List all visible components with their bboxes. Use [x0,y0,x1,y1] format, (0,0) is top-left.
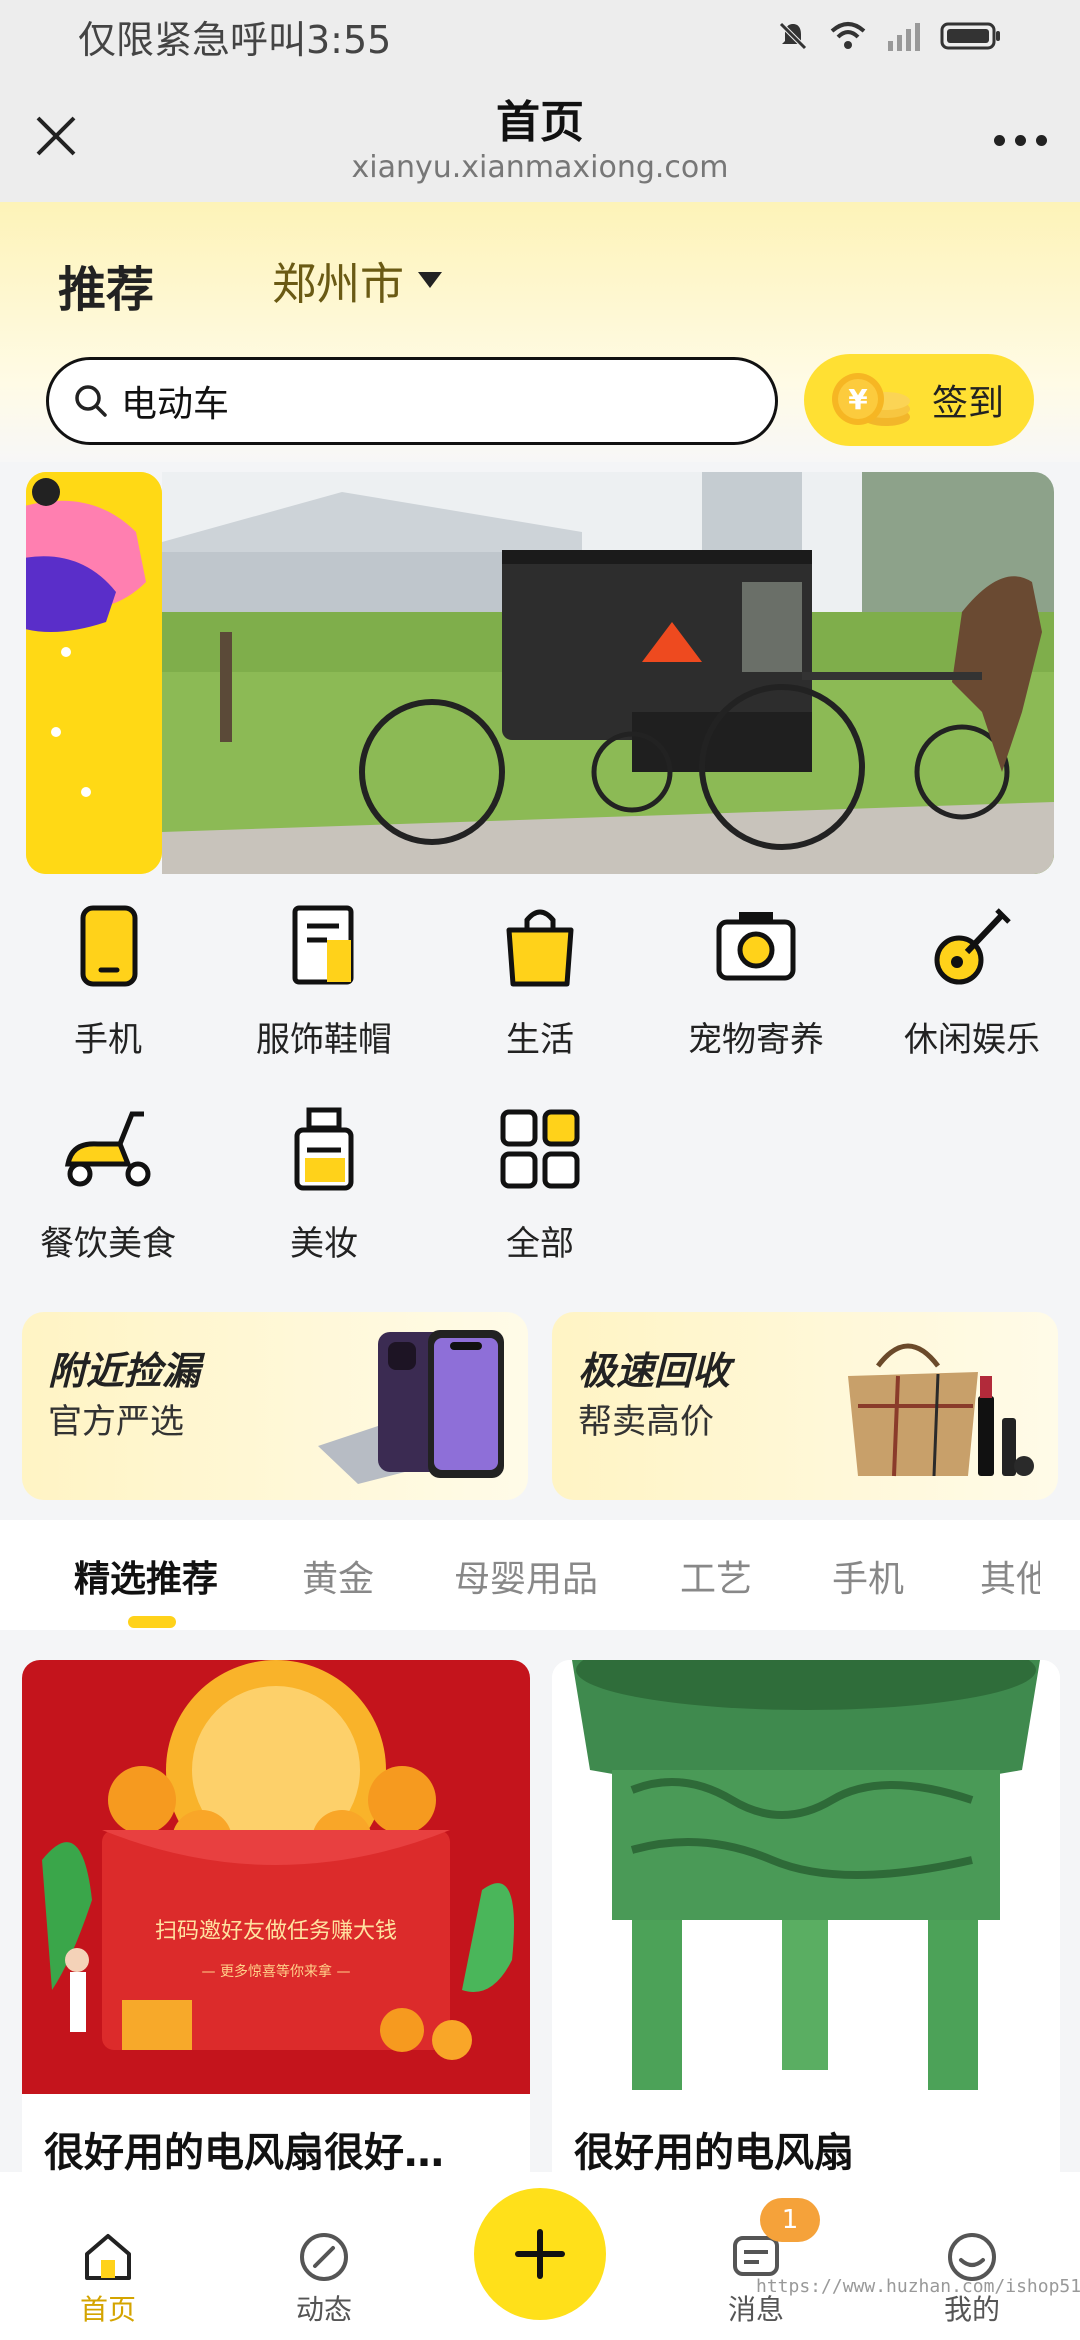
perfume-icon [294,1107,354,1191]
category-label: 手机 [74,1020,142,1060]
tab-phone[interactable]: 手机 [832,1550,904,1602]
search-input[interactable]: 电动车 [46,357,778,445]
category-label: 服饰鞋帽 [256,1020,392,1060]
carriage-photo [162,472,1054,874]
city-label: 郑州市 [272,259,404,310]
more-options-icon[interactable] [988,128,1052,152]
recommend-label: 推荐 [58,262,155,318]
wifi-icon [830,22,866,49]
tab-gold[interactable]: 黄金 [302,1550,374,1602]
status-bar: 仅限紧急呼叫3:55 [0,0,1080,72]
nav-feed[interactable]: 动态 [264,2230,384,2328]
nav-label: 首页 [79,2293,136,2326]
bottom-navigation: 首页 动态 消息 1 我的 [0,2172,1080,2340]
tab-featured[interactable]: 精选推荐 [74,1550,218,1602]
envelope-subtext: — 更多惊喜等你来拿 — [202,1963,351,1980]
category-label: 宠物寄养 [688,1020,824,1060]
phone-laptop-image [318,1330,504,1484]
signin-label: 签到 [932,383,1005,424]
tab-baby[interactable]: 母婴用品 [454,1550,598,1602]
category-life[interactable]: 生活 [432,900,648,1061]
page-title: 首页 [496,97,584,148]
scooter-icon [65,1111,151,1187]
signal-icon [888,23,920,51]
banner-carousel[interactable] [26,472,1054,874]
grid-icon [500,1109,580,1189]
camera-icon [716,912,796,981]
nav-label: 动态 [295,2293,352,2326]
caret-down-icon [418,272,442,288]
category-all[interactable]: 全部 [432,1104,648,1265]
home-header: 推荐 郑州市 电动车 ¥ 签到 [0,202,1080,462]
shopping-bag-icon [506,909,574,987]
category-label: 生活 [506,1020,574,1060]
category-tabs: 精选推荐 黄金 母婴用品 工艺 手机 其他 [0,1520,1080,1630]
tab-craft[interactable]: 工艺 [680,1550,752,1602]
clothing-icon [292,905,354,985]
compass-icon [300,2233,348,2281]
category-label: 美妆 [290,1224,358,1264]
publish-button[interactable] [474,2188,606,2320]
product-card[interactable]: 扫码邀好友做任务赚大钱 — 更多惊喜等你来拿 — 很好用的电风扇很好… [22,1660,530,2260]
category-phone[interactable]: 手机 [0,900,216,1061]
category-label: 全部 [506,1224,574,1264]
product-title: 很好用的电风扇 [574,2130,854,2176]
handbag-lipstick-image [848,1343,1034,1477]
promo-fast-recycle[interactable]: 极速回收 帮卖高价 [552,1312,1058,1500]
search-value: 电动车 [121,384,230,425]
status-icons [776,19,1002,53]
product-title: 很好用的电风扇很好… [44,2130,444,2176]
category-clothing[interactable]: 服饰鞋帽 [216,900,432,1061]
category-beauty[interactable]: 美妆 [216,1104,432,1265]
search-icon [75,385,107,417]
bronze-vessel-image [552,1660,1060,2094]
watermark-text: https://www.huzhan.com/ishop51679 [756,2276,1080,2297]
product-card[interactable]: 很好用的电风扇 [552,1660,1060,2260]
guitar-icon [934,908,1011,985]
mute-icon [779,22,807,50]
browser-titlebar: 首页 xianyu.xianmaxiong.com [0,72,1080,202]
promo-title: 极速回收 [578,1349,731,1393]
plus-icon [515,2229,565,2279]
tab-indicator [128,1616,176,1628]
promo-subtitle: 帮卖高价 [578,1402,714,1442]
banner-prev-slide [26,472,162,874]
category-label: 餐饮美食 [40,1224,176,1264]
home-icon [85,2234,131,2280]
category-label: 休闲娱乐 [904,1020,1040,1060]
category-food[interactable]: 餐饮美食 [0,1104,216,1265]
message-badge: 1 [760,2198,820,2242]
red-envelope-image: 扫码邀好友做任务赚大钱 — 更多惊喜等你来拿 — [22,1660,530,2094]
promo-subtitle: 官方严选 [48,1402,184,1442]
envelope-text: 扫码邀好友做任务赚大钱 [155,1919,397,1944]
category-leisure[interactable]: 休闲娱乐 [864,900,1080,1061]
city-selector[interactable]: 郑州市 [272,248,442,312]
phone-icon [80,905,138,987]
tab-other[interactable]: 其他 [980,1550,1040,1602]
status-text: 仅限紧急呼叫3:55 [78,17,392,62]
page-url: xianyu.xianmaxiong.com [351,150,729,185]
svg-text:¥: ¥ [848,383,868,416]
category-pet[interactable]: 宠物寄养 [648,900,864,1061]
coin-icon: ¥ [832,373,910,426]
nav-home[interactable]: 首页 [48,2230,168,2328]
signin-button[interactable]: ¥ 签到 [804,354,1034,446]
battery-icon [940,22,1000,50]
promo-nearby-deals[interactable]: 附近捡漏 官方严选 [22,1312,528,1500]
promo-title: 附近捡漏 [48,1349,201,1393]
